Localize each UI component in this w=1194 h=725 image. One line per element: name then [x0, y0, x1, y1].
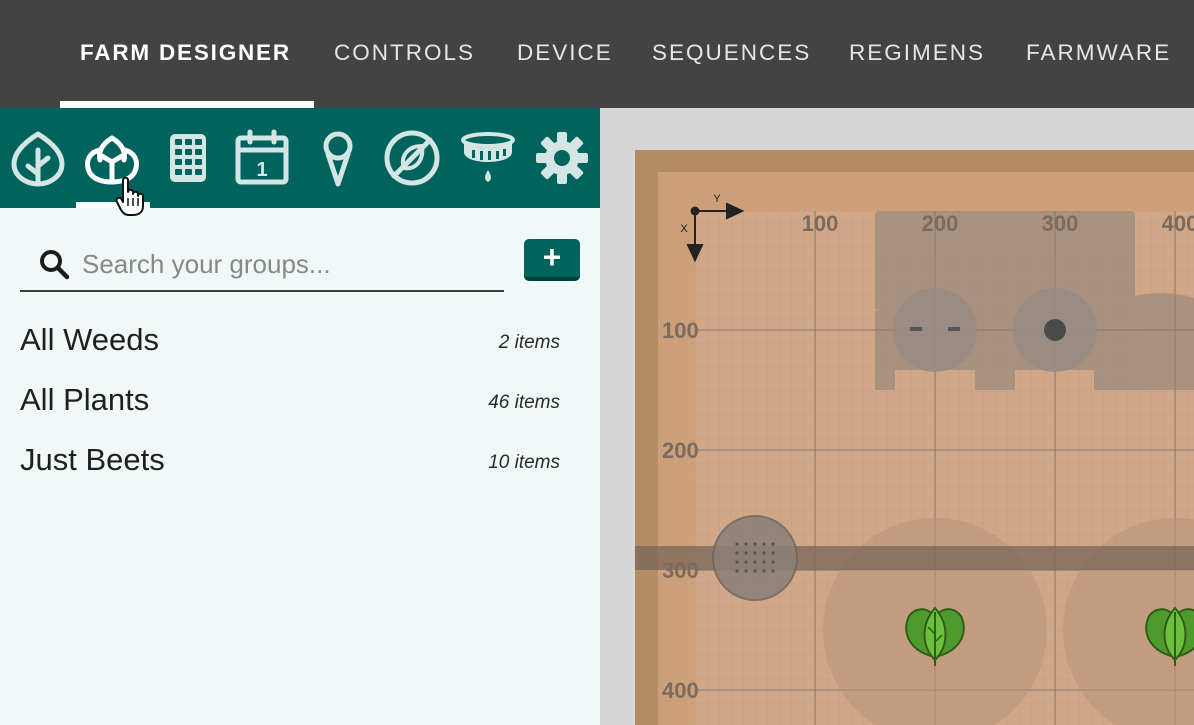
left-tick-label: 100 — [662, 318, 699, 343]
group-item-count: 10 items — [488, 452, 560, 473]
group-list-item[interactable]: All Weeds 2 items — [20, 312, 560, 368]
nav-tab-sequences[interactable]: SEQUENCES — [652, 0, 811, 108]
left-tick-label: 400 — [662, 678, 699, 703]
nav-tab-regimens[interactable]: REGIMENS — [849, 0, 985, 108]
tool-head[interactable] — [712, 515, 798, 601]
no-weeds-icon[interactable] — [382, 128, 442, 188]
top-tick-label: 200 — [922, 211, 959, 236]
search-icon — [40, 250, 70, 280]
watering-nozzle-icon[interactable] — [458, 128, 518, 188]
top-tick-label: 300 — [1042, 211, 1079, 236]
group-list-item[interactable]: All Plants 46 items — [20, 372, 560, 428]
left-tick-label: 300 — [662, 558, 699, 583]
groups-icon[interactable] — [82, 128, 142, 188]
top-navigation-bar: FARM DESIGNER CONTROLS DEVICE SEQUENCES … — [0, 0, 1194, 108]
nav-tab-farmware[interactable]: FARMWARE — [1026, 0, 1171, 108]
tool-slot[interactable] — [893, 288, 977, 372]
points-icon[interactable] — [158, 128, 218, 188]
designer-panel: 1 Search your groups... + All Weeds 2 it… — [0, 108, 600, 725]
map-pin-icon[interactable] — [308, 128, 368, 188]
add-group-button[interactable]: + — [524, 239, 580, 281]
y-axis-label: Y — [713, 193, 721, 205]
plus-icon: + — [542, 239, 562, 275]
top-tick-label: 100 — [802, 211, 839, 236]
panel-tab-active-indicator — [76, 202, 150, 208]
group-name: Just Beets — [20, 442, 165, 477]
top-tick-label: 400 — [1162, 211, 1194, 236]
active-tab-indicator — [60, 101, 314, 108]
garden-map[interactable]: Y X 100 200 300 400 100 200 300 400 — [600, 108, 1194, 725]
group-name: All Weeds — [20, 322, 159, 357]
group-item-count: 2 items — [498, 332, 560, 353]
search-groups-input[interactable] — [80, 240, 504, 288]
group-list-item[interactable]: Just Beets 10 items — [20, 432, 560, 488]
group-search-box — [20, 238, 504, 292]
settings-gear-icon[interactable] — [532, 128, 592, 188]
group-name: All Plants — [20, 382, 150, 417]
plants-icon[interactable] — [8, 128, 68, 188]
tool-slot[interactable] — [1013, 288, 1097, 372]
panel-tab-bar: 1 — [0, 108, 600, 208]
calendar-icon[interactable]: 1 — [232, 128, 292, 188]
group-item-count: 46 items — [488, 392, 560, 413]
svg-text:1: 1 — [256, 159, 267, 181]
x-axis-label: X — [680, 223, 688, 235]
nav-tab-controls[interactable]: CONTROLS — [334, 0, 475, 108]
nav-tab-farm-designer[interactable]: FARM DESIGNER — [80, 0, 291, 108]
left-tick-label: 200 — [662, 438, 699, 463]
nav-tab-device[interactable]: DEVICE — [517, 0, 613, 108]
